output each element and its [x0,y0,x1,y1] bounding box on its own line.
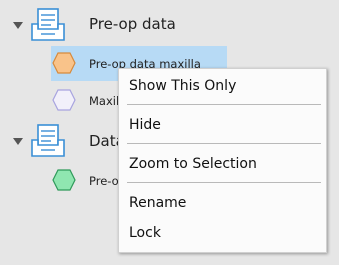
menu-separator [127,182,321,183]
expand-arrow-icon[interactable] [13,22,23,29]
menu-item-lock[interactable]: Lock [129,225,161,241]
menu-item-zoom-to-selection[interactable]: Zoom to Selection [129,156,257,172]
hexagon-icon [52,89,76,115]
model-tray-icon [29,123,67,159]
menu-separator [127,143,321,144]
menu-item-hide[interactable]: Hide [129,117,161,133]
model-tray-icon [29,7,67,43]
expand-arrow-icon[interactable] [13,138,23,145]
menu-item-rename[interactable]: Rename [129,195,186,211]
hexagon-icon [52,169,76,195]
tree-item-label[interactable]: Pre-o [89,174,119,188]
context-menu: Show This Only Hide Zoom to Selection Re… [118,68,327,253]
hexagon-icon [52,52,76,78]
group-label[interactable]: Pre-op data [89,15,176,33]
menu-item-show-this-only[interactable]: Show This Only [129,78,236,94]
tree-item-label[interactable]: Maxil [89,94,119,108]
menu-separator [127,104,321,105]
